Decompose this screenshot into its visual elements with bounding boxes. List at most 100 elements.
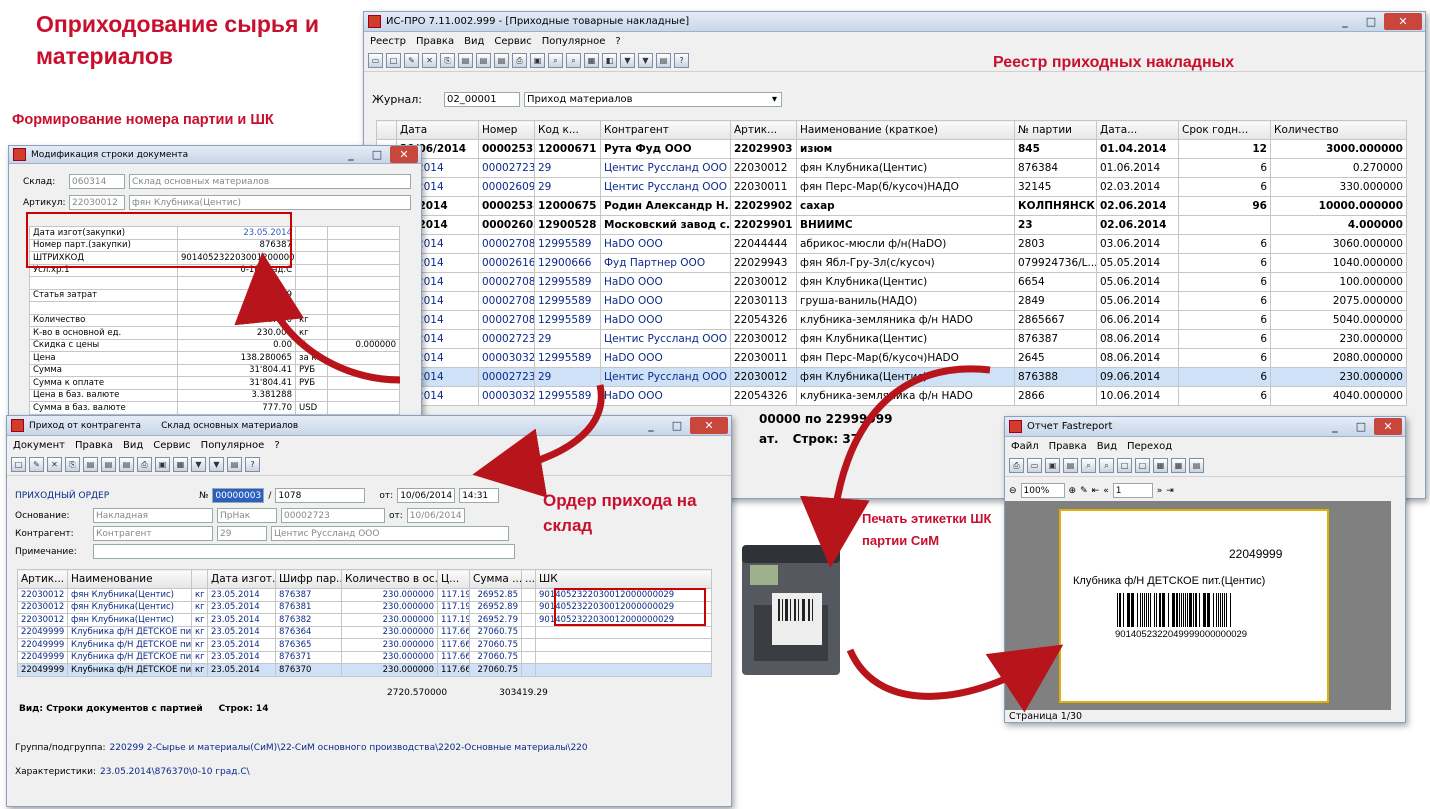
help-icon[interactable]: ? <box>674 53 689 68</box>
field-value[interactable] <box>177 276 296 290</box>
menu-item-servis[interactable]: Сервис <box>153 440 190 451</box>
col-header[interactable]: Дата изгот. <box>207 569 276 589</box>
col-header[interactable]: Ц... <box>437 569 470 589</box>
filter-icon[interactable]: ▼ <box>191 457 206 472</box>
col-header[interactable]: Количество <box>1270 120 1407 140</box>
copy-icon[interactable]: ⎘ <box>65 457 80 472</box>
field-value[interactable]: 31'804.41 <box>177 363 296 377</box>
field-row[interactable]: К-во в основной ед. 230.000 кг <box>29 326 400 340</box>
table-row[interactable]: 06/20140000260312900528Московский завод … <box>376 215 1407 235</box>
field-row[interactable] <box>29 276 400 290</box>
tool-icon[interactable]: ▤ <box>476 53 491 68</box>
col-header[interactable]: Наименование (краткое) <box>796 120 1015 140</box>
table-row[interactable]: 05/20140000270812995589НаDO ООО22030012ф… <box>376 272 1407 292</box>
field-value[interactable]: 07_00099 <box>177 288 296 302</box>
col-header[interactable]: Дата... <box>1096 120 1179 140</box>
page-icon[interactable]: ▦ <box>1153 458 1168 473</box>
filter-clear-icon[interactable]: ▼ <box>638 53 653 68</box>
minimize-button[interactable]: _ <box>1322 418 1348 435</box>
prnak-number-field[interactable]: 00002723 <box>281 508 385 523</box>
col-header[interactable]: Дата <box>396 120 479 140</box>
find-icon[interactable]: ⌕ <box>1081 458 1096 473</box>
field-value[interactable]: 31'804.41 <box>177 376 296 390</box>
table-row[interactable]: 20/06/20140000253712000671Рута Фуд ООО22… <box>376 139 1407 159</box>
tool-icon[interactable]: ▤ <box>494 53 509 68</box>
menu-item-goto[interactable]: Переход <box>1127 441 1172 452</box>
col-header[interactable]: Срок годн... <box>1178 120 1271 140</box>
menu-item-reestr[interactable]: Реестр <box>370 36 406 47</box>
minimize-button[interactable]: _ <box>638 417 664 434</box>
new-icon[interactable]: □ <box>386 53 401 68</box>
field-value[interactable]: 230.000 <box>177 326 296 340</box>
filter-clear-icon[interactable]: ▼ <box>209 457 224 472</box>
table-row[interactable]: 05/20140000261612900666Фуд Партнер ООО22… <box>376 253 1407 273</box>
col-header[interactable]: Наименование <box>67 569 192 589</box>
tool-icon[interactable]: ▣ <box>155 457 170 472</box>
menu-item-vid[interactable]: Вид <box>464 36 484 47</box>
menu-item-vid[interactable]: Вид <box>123 440 143 451</box>
tool-icon[interactable]: ▤ <box>227 457 242 472</box>
menu-item-vid[interactable]: Вид <box>1097 441 1117 452</box>
edit-icon[interactable]: ✎ <box>1080 486 1088 496</box>
journal-name-select[interactable]: Приход материалов ▾ <box>524 92 783 107</box>
tool-icon[interactable]: ▤ <box>101 457 116 472</box>
doc-date-field[interactable]: 10/06/2014 <box>397 488 456 503</box>
field-row[interactable]: Скидка с цены 0.00% 0.000000 <box>29 338 400 352</box>
filter-icon[interactable]: ▼ <box>620 53 635 68</box>
article-name-field[interactable]: фян Клубника(Центис) <box>129 195 411 210</box>
journal-code-field[interactable]: 02_00001 <box>444 92 521 107</box>
tool-icon[interactable]: ▤ <box>656 53 671 68</box>
zoom-in-icon[interactable]: ⊕ <box>1069 486 1077 496</box>
table-row[interactable]: 05/20140000270812995589НаDO ООО22030113г… <box>376 291 1407 311</box>
export-icon[interactable]: ▤ <box>1063 458 1078 473</box>
tool-icon[interactable]: ▤ <box>83 457 98 472</box>
doc-number-field[interactable]: 00000003 <box>212 488 265 503</box>
col-header[interactable]: Контрагент <box>600 120 731 140</box>
field-row[interactable]: Сумма к оплате 31'804.41 РУБ <box>29 376 400 390</box>
col-header[interactable]: Код к... <box>534 120 601 140</box>
field-row[interactable]: Сумма 31'804.41 РУБ <box>29 363 400 377</box>
table-row[interactable]: 05/20140000303212995589НаDO ООО22030011ф… <box>376 348 1407 368</box>
table-row[interactable]: 22049999 Клубника ф/Н ДЕТСКОЕ пит... кг 23.… <box>17 638 712 652</box>
first-page-icon[interactable]: ⇤ <box>1092 486 1100 496</box>
page-icon[interactable]: □ <box>1135 458 1150 473</box>
contractor-name-field[interactable]: Центис Руссланд ООО <box>271 526 509 541</box>
col-header[interactable]: ШК <box>535 569 712 589</box>
col-header[interactable]: Количество в ос... <box>341 569 438 589</box>
table-row[interactable]: 05/20140000272329Центис Руссланд ООО2203… <box>376 367 1407 387</box>
close-button[interactable]: ✕ <box>690 417 728 434</box>
new-icon[interactable]: □ <box>11 457 26 472</box>
tool-icon[interactable]: ▤ <box>458 53 473 68</box>
prnak-field[interactable]: ПрНак <box>217 508 277 523</box>
table-row[interactable]: 05/20140000260929Центис Руссланд ООО2203… <box>376 177 1407 197</box>
col-header[interactable]: Шифр пар... <box>275 569 342 589</box>
tool-icon[interactable]: ▣ <box>530 53 545 68</box>
open-icon[interactable]: ▭ <box>1027 458 1042 473</box>
field-row[interactable]: Цена в баз. валюте 3.381288 <box>29 388 400 402</box>
table-row[interactable]: 22049999 Клубника ф/Н ДЕТСКОЕ пит... кг 23.… <box>17 663 712 677</box>
col-header[interactable]: № партии <box>1014 120 1097 140</box>
col-header[interactable]: Артик... <box>730 120 797 140</box>
basis-field[interactable]: Накладная <box>93 508 213 523</box>
edit-icon[interactable]: ✎ <box>29 457 44 472</box>
save-icon[interactable]: ▣ <box>1045 458 1060 473</box>
field-value[interactable] <box>177 301 296 315</box>
menu-item-help[interactable]: ? <box>615 36 620 47</box>
edit-icon[interactable]: ✎ <box>404 53 419 68</box>
doc-number2-field[interactable]: 1078 <box>275 488 366 503</box>
col-header[interactable] <box>191 569 208 589</box>
field-value[interactable]: 0.00 <box>177 338 296 352</box>
col-header[interactable]: ... <box>521 569 536 589</box>
print-icon[interactable]: ⎙ <box>1009 458 1024 473</box>
tool-icon[interactable]: ▦ <box>173 457 188 472</box>
field-value[interactable]: 3.381288 <box>177 388 296 402</box>
next-page-icon[interactable]: » <box>1157 486 1163 496</box>
zoom-field[interactable]: 100% <box>1020 483 1065 498</box>
col-header[interactable]: Артик... <box>17 569 68 589</box>
sklad-name-field[interactable]: Склад основных материалов <box>129 174 411 189</box>
field-row[interactable]: Сумма в баз. валюте 777.70 USD <box>29 401 400 415</box>
maximize-button[interactable]: □ <box>364 146 390 163</box>
close-button[interactable]: ✕ <box>1384 13 1422 30</box>
field-row[interactable] <box>29 301 400 315</box>
page-icon[interactable]: □ <box>1117 458 1132 473</box>
